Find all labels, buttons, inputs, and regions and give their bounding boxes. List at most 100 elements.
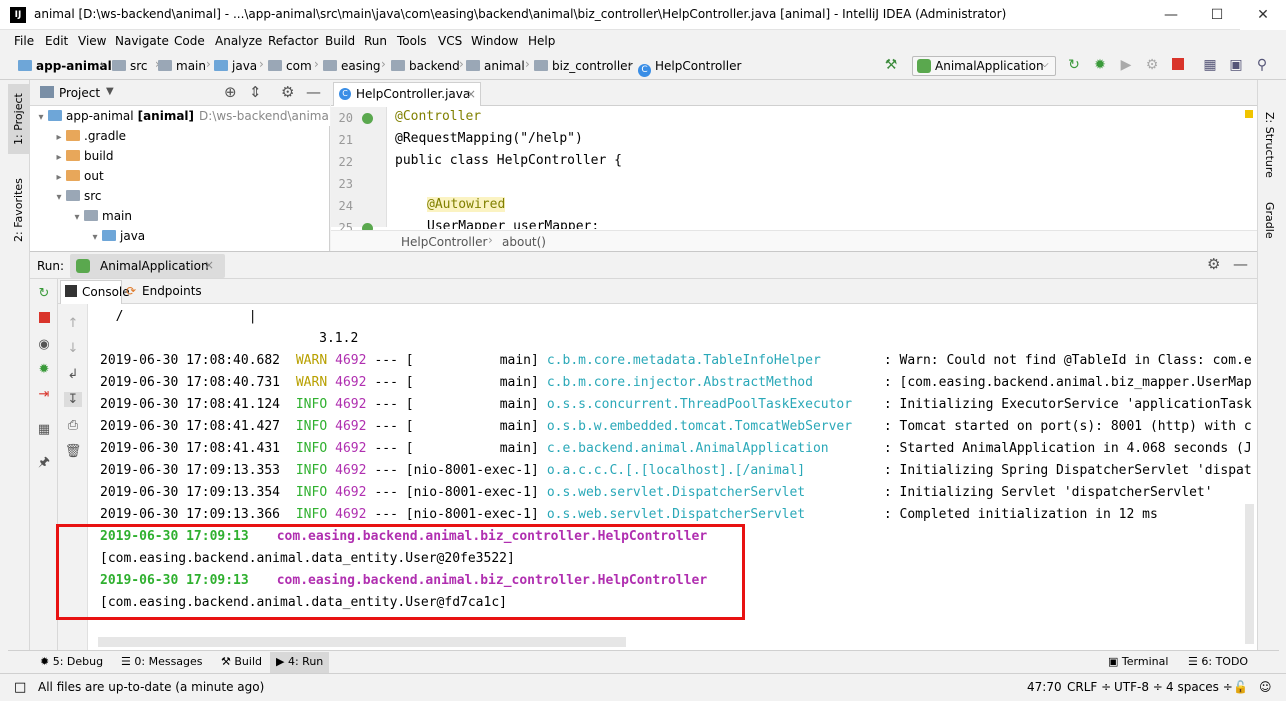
tab-helpcontroller-java[interactable]: C HelpController.java × xyxy=(333,82,481,106)
code-line[interactable]: UserMapper userMapper; xyxy=(427,219,599,229)
close-icon[interactable]: × xyxy=(204,258,214,272)
breadcrumb-item[interactable]: com xyxy=(268,59,312,73)
file-encoding[interactable]: UTF-8 ÷ xyxy=(1114,680,1163,694)
indent-setting[interactable]: 4 spaces ÷ xyxy=(1166,680,1233,694)
tree-item[interactable]: ▸ out xyxy=(30,166,330,186)
soft-wrap-icon[interactable]: ↲ xyxy=(64,367,82,382)
expand-arrow-icon[interactable]: ▸ xyxy=(52,128,66,148)
menu-vcs[interactable]: VCS xyxy=(438,34,462,48)
menu-build[interactable]: Build xyxy=(325,34,355,48)
tree-item[interactable]: ▾ main xyxy=(30,206,330,226)
debug-bug-icon[interactable]: ✹ xyxy=(35,361,53,379)
stop-icon[interactable] xyxy=(1172,58,1184,70)
rerun-icon[interactable]: ↻ xyxy=(1065,56,1083,74)
horizontal-scrollbar[interactable] xyxy=(98,637,626,647)
tree-item[interactable]: ▸ .gradle xyxy=(30,126,330,146)
code-line[interactable]: @Controller xyxy=(395,109,481,124)
menu-run[interactable]: Run xyxy=(364,34,387,48)
close-icon[interactable]: × xyxy=(466,83,476,105)
breadcrumb-item[interactable]: app-animal xyxy=(18,59,112,73)
tab-favorites[interactable]: 2: Favorites xyxy=(8,170,30,250)
search-icon[interactable]: ⚲ xyxy=(1253,56,1271,74)
menu-refactor[interactable]: Refactor xyxy=(268,34,318,48)
run-with-coverage-icon[interactable]: ▶ xyxy=(1117,56,1135,74)
scroll-to-end-icon[interactable]: ↧ xyxy=(64,392,82,407)
breadcrumb-item[interactable]: backend xyxy=(391,59,460,73)
breadcrumb-item[interactable]: java xyxy=(214,59,257,73)
print-icon[interactable]: ⎙ xyxy=(64,418,82,433)
breadcrumb-item[interactable]: main xyxy=(158,59,206,73)
project-structure-icon[interactable]: ▦ xyxy=(1201,56,1219,74)
tab-todo[interactable]: ☰ 6: TODO xyxy=(1188,655,1248,668)
hide-icon[interactable]: — xyxy=(1233,255,1248,273)
crumb-method[interactable]: about() xyxy=(502,235,546,249)
tree-item[interactable]: ▾ app-animal[animal] D:\ws-backend\animal\… xyxy=(30,106,330,126)
menu-window[interactable]: Window xyxy=(471,34,518,48)
breadcrumb-item[interactable]: src xyxy=(112,59,148,73)
breadcrumb-item[interactable]: biz_controller xyxy=(534,59,633,73)
caret-position[interactable]: 47:70 xyxy=(1027,680,1062,694)
collapse-all-icon[interactable]: ⇕ xyxy=(249,83,262,101)
tab-build[interactable]: ⚒ Build xyxy=(221,655,262,668)
maximize-button[interactable]: ☐ xyxy=(1194,0,1240,30)
tree-item[interactable]: ▾ src xyxy=(30,186,330,206)
hide-icon[interactable]: — xyxy=(306,83,321,101)
run-configuration-select[interactable]: AnimalApplication ⌵ xyxy=(912,56,1056,76)
layout-icon[interactable]: ▦ xyxy=(35,421,53,439)
menu-analyze[interactable]: Analyze xyxy=(215,34,262,48)
tab-project[interactable]: 1: Project xyxy=(8,84,30,154)
menu-edit[interactable]: Edit xyxy=(45,34,68,48)
code-line[interactable]: public class HelpController { xyxy=(395,153,622,168)
locate-icon[interactable]: ⊕ xyxy=(224,83,237,101)
tab-run[interactable]: ▶ 4: Run xyxy=(270,652,330,673)
stop-icon[interactable] xyxy=(35,311,53,329)
tab-console[interactable]: Console xyxy=(60,280,130,304)
tab-terminal[interactable]: ▣ Terminal xyxy=(1108,655,1168,668)
tree-item[interactable]: ▾ java xyxy=(30,226,330,246)
expand-arrow-icon[interactable]: ▾ xyxy=(70,208,84,228)
inspector-icon[interactable]: ☺ xyxy=(1259,680,1272,694)
menu-navigate[interactable]: Navigate xyxy=(115,34,169,48)
code-area[interactable]: @Controller @RequestMapping("/help") publi… xyxy=(331,107,1231,229)
up-arrow-icon[interactable]: ↑ xyxy=(64,316,82,331)
menu-view[interactable]: View xyxy=(78,34,106,48)
clear-all-icon[interactable]: 🗑 xyxy=(64,444,82,459)
gear-icon[interactable]: ⚙ xyxy=(281,83,294,101)
rerun-icon[interactable]: ↻ xyxy=(35,285,53,303)
expand-arrow-icon[interactable]: ▾ xyxy=(52,188,66,208)
menu-code[interactable]: Code xyxy=(174,34,205,48)
minimize-button[interactable]: — xyxy=(1148,0,1194,30)
gear-icon[interactable]: ⚙ xyxy=(1207,255,1220,273)
expand-arrow-icon[interactable]: ▸ xyxy=(52,148,66,168)
run-config-tab[interactable]: AnimalApplication × xyxy=(70,254,225,278)
terminal-icon[interactable]: ▣ xyxy=(1227,56,1245,74)
line-separator[interactable]: CRLF ÷ xyxy=(1067,680,1111,694)
debug-bug-icon[interactable]: ✹ xyxy=(1091,56,1109,74)
close-window-button[interactable]: ✕ xyxy=(1240,0,1286,30)
tool-windows-icon[interactable]: □ xyxy=(14,680,26,695)
code-line[interactable]: @Autowired xyxy=(427,197,506,212)
tab-messages[interactable]: ☰ 0: Messages xyxy=(121,655,203,668)
tab-endpoints[interactable]: ⟳ Endpoints xyxy=(124,280,202,304)
down-arrow-icon[interactable]: ↓ xyxy=(64,341,82,356)
menu-tools[interactable]: Tools xyxy=(397,34,427,48)
project-view-selector[interactable]: Project xyxy=(59,86,100,100)
profile-icon[interactable]: ⚙ xyxy=(1143,56,1161,74)
expand-arrow-icon[interactable]: ▾ xyxy=(34,108,48,128)
menu-file[interactable]: File xyxy=(14,34,34,48)
expand-arrow-icon[interactable]: ▸ xyxy=(52,168,66,188)
expand-arrow-icon[interactable]: ▾ xyxy=(88,228,102,248)
breadcrumb-item[interactable]: C HelpController xyxy=(638,59,741,77)
breadcrumb-item[interactable]: easing xyxy=(323,59,381,73)
chevron-down-icon[interactable]: ▼ xyxy=(106,86,114,97)
tab-debug[interactable]: ✹ 5: Debug xyxy=(40,655,103,668)
tab-structure[interactable]: Z: Structure xyxy=(1258,100,1280,190)
tab-gradle[interactable]: Gradle xyxy=(1258,190,1280,250)
camera-icon[interactable]: ◉ xyxy=(35,336,53,354)
menu-help[interactable]: Help xyxy=(528,34,555,48)
pin-icon[interactable]: 🖈 xyxy=(35,454,53,472)
breadcrumb-item[interactable]: animal xyxy=(466,59,525,73)
code-line[interactable]: @RequestMapping("/help") xyxy=(395,131,583,146)
tree-item[interactable]: ▸ build xyxy=(30,146,330,166)
vertical-scrollbar[interactable] xyxy=(1245,504,1254,644)
